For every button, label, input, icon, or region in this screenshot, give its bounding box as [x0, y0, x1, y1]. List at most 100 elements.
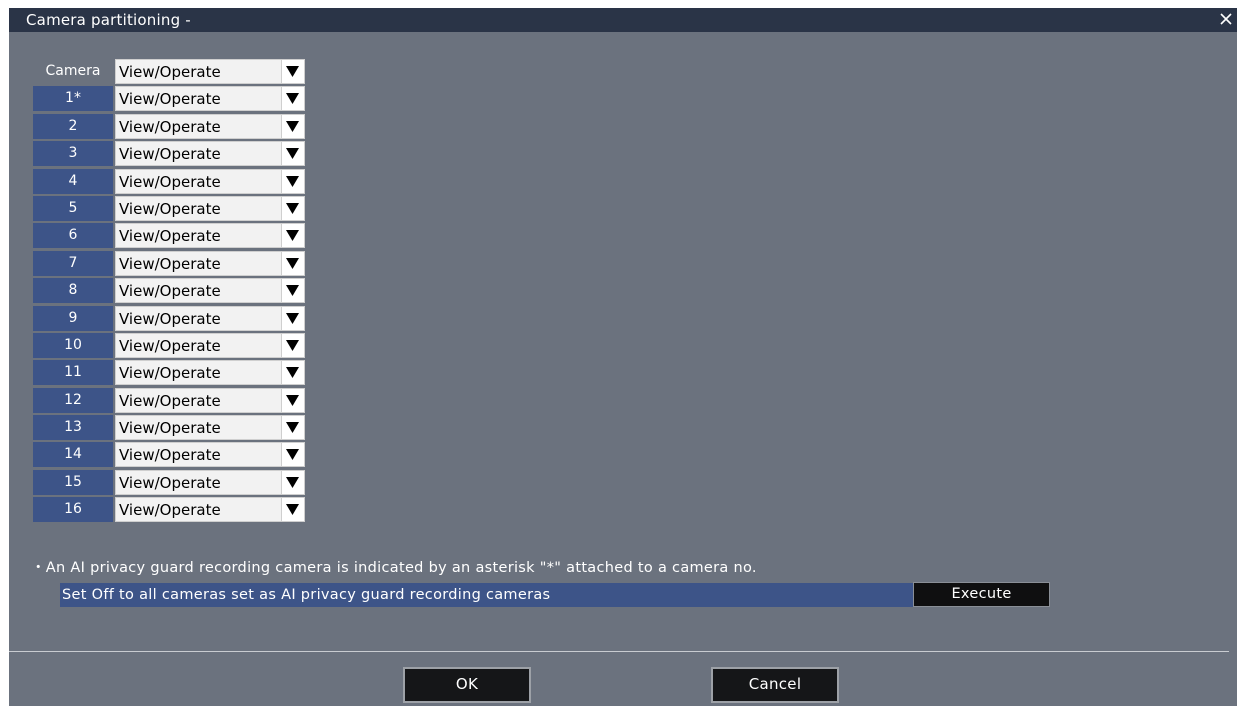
all-cameras-select[interactable]: View/Operate: [115, 59, 305, 84]
footer-divider: [9, 651, 1229, 652]
dropdown-arrow-icon: [286, 66, 299, 77]
cancel-button[interactable]: Cancel: [711, 667, 839, 703]
execute-button[interactable]: Execute: [913, 582, 1050, 607]
camera-row: 13 View/Operate: [33, 415, 305, 442]
dropdown-arrow-button[interactable]: [281, 114, 304, 138]
camera-number: 15: [33, 469, 113, 495]
camera-row: 1* View/Operate: [33, 86, 305, 113]
camera-permission-value: View/Operate: [119, 227, 221, 246]
title-bar: Camera partitioning -: [9, 8, 1237, 32]
dropdown-arrow-button[interactable]: [281, 279, 304, 303]
camera-number: 3: [33, 141, 113, 167]
camera-row: 10 View/Operate: [33, 332, 305, 360]
dropdown-arrow-button[interactable]: [281, 333, 304, 357]
ok-button[interactable]: OK: [403, 667, 531, 703]
dropdown-arrow-icon: [286, 394, 299, 406]
camera-permission-select[interactable]: View/Operate: [115, 442, 305, 468]
dropdown-arrow-icon: [286, 312, 299, 324]
camera-permission-value: View/Operate: [119, 117, 221, 136]
dropdown-arrow-button[interactable]: [281, 87, 304, 111]
camera-permission-select[interactable]: View/Operate: [115, 141, 305, 167]
camera-number: 2: [33, 113, 113, 139]
camera-permission-select[interactable]: View/Operate: [115, 360, 305, 386]
ai-privacy-note: ・An AI privacy guard recording camera is…: [31, 560, 757, 576]
dropdown-arrow-button[interactable]: [281, 142, 304, 166]
camera-permission-select[interactable]: View/Operate: [115, 415, 305, 441]
close-button[interactable]: [1218, 10, 1234, 28]
camera-row: 12 View/Operate: [33, 387, 305, 415]
dropdown-arrow-icon: [286, 202, 299, 214]
camera-permission-select[interactable]: View/Operate: [115, 250, 305, 276]
camera-permission-value: View/Operate: [119, 145, 221, 164]
dropdown-arrow-icon: [286, 93, 299, 105]
dropdown-arrow-icon: [286, 148, 299, 160]
dropdown-arrow-button[interactable]: [281, 224, 304, 248]
dropdown-arrow-button[interactable]: [281, 498, 304, 522]
dropdown-arrow-button[interactable]: [281, 361, 304, 385]
dropdown-arrow-button[interactable]: [281, 388, 304, 412]
camera-number: 4: [33, 168, 113, 194]
camera-permission-select[interactable]: View/Operate: [115, 305, 305, 331]
dropdown-arrow-icon: [286, 476, 299, 488]
dropdown-arrow-button[interactable]: [281, 443, 304, 467]
camera-header-row: Camera View/Operate: [33, 59, 305, 86]
camera-permission-select[interactable]: View/Operate: [115, 86, 305, 112]
camera-permission-value: View/Operate: [119, 391, 221, 410]
camera-row: 14 View/Operate: [33, 442, 305, 469]
dropdown-arrow-button[interactable]: [281, 251, 304, 275]
camera-row: 9 View/Operate: [33, 305, 305, 333]
camera-number: 5: [33, 195, 113, 221]
dropdown-arrow-button[interactable]: [281, 60, 304, 83]
camera-number: 6: [33, 223, 113, 249]
camera-rows: 1* View/Operate 2 View/Operate 3 View/Operate…: [33, 86, 305, 524]
camera-number: 1*: [33, 86, 113, 112]
camera-permission-value: View/Operate: [119, 90, 221, 109]
camera-row: 4 View/Operate: [33, 168, 305, 196]
dropdown-arrow-button[interactable]: [281, 470, 304, 494]
camera-permission-select[interactable]: View/Operate: [115, 332, 305, 358]
camera-permission-value: View/Operate: [119, 501, 221, 520]
camera-number: 9: [33, 305, 113, 331]
dropdown-arrow-button[interactable]: [281, 196, 304, 220]
camera-number: 16: [33, 497, 113, 523]
camera-permission-select[interactable]: View/Operate: [115, 223, 305, 249]
camera-permission-value: View/Operate: [119, 419, 221, 438]
camera-row: 15 View/Operate: [33, 469, 305, 497]
dropdown-arrow-button[interactable]: [281, 416, 304, 440]
dropdown-arrow-icon: [286, 285, 299, 297]
camera-permission-value: View/Operate: [119, 473, 221, 492]
camera-row: 11 View/Operate: [33, 360, 305, 387]
camera-number: 7: [33, 250, 113, 276]
camera-row: 7 View/Operate: [33, 250, 305, 278]
camera-permission-select[interactable]: View/Operate: [115, 113, 305, 139]
camera-permission-value: View/Operate: [119, 309, 221, 328]
dropdown-arrow-icon: [286, 175, 299, 187]
ai-privacy-off-text: Set Off to all cameras set as AI privacy…: [62, 587, 551, 603]
camera-partitioning-window: Camera partitioning - Camera View/Operat…: [9, 8, 1237, 706]
camera-permission-value: View/Operate: [119, 172, 221, 191]
camera-permission-select[interactable]: View/Operate: [115, 278, 305, 304]
dropdown-arrow-icon: [286, 504, 299, 516]
camera-permission-select[interactable]: View/Operate: [115, 195, 305, 221]
camera-permission-select[interactable]: View/Operate: [115, 469, 305, 495]
camera-permission-select[interactable]: View/Operate: [115, 497, 305, 523]
camera-column-header: Camera: [33, 59, 113, 84]
camera-permission-value: View/Operate: [119, 282, 221, 301]
camera-permission-value: View/Operate: [119, 364, 221, 383]
camera-row: 5 View/Operate: [33, 195, 305, 223]
dropdown-arrow-icon: [286, 367, 299, 379]
camera-row: 8 View/Operate: [33, 278, 305, 305]
ai-privacy-off-bar: Set Off to all cameras set as AI privacy…: [60, 583, 913, 607]
camera-number: 14: [33, 442, 113, 468]
camera-permission-select[interactable]: View/Operate: [115, 387, 305, 413]
camera-number: 12: [33, 387, 113, 413]
camera-row: 2 View/Operate: [33, 113, 305, 141]
dropdown-arrow-button[interactable]: [281, 169, 304, 193]
dropdown-arrow-icon: [286, 120, 299, 132]
dropdown-arrow-icon: [286, 422, 299, 434]
camera-permission-select[interactable]: View/Operate: [115, 168, 305, 194]
camera-permission-value: View/Operate: [119, 254, 221, 273]
camera-number: 13: [33, 415, 113, 441]
camera-permission-value: View/Operate: [119, 336, 221, 355]
dropdown-arrow-button[interactable]: [281, 306, 304, 330]
